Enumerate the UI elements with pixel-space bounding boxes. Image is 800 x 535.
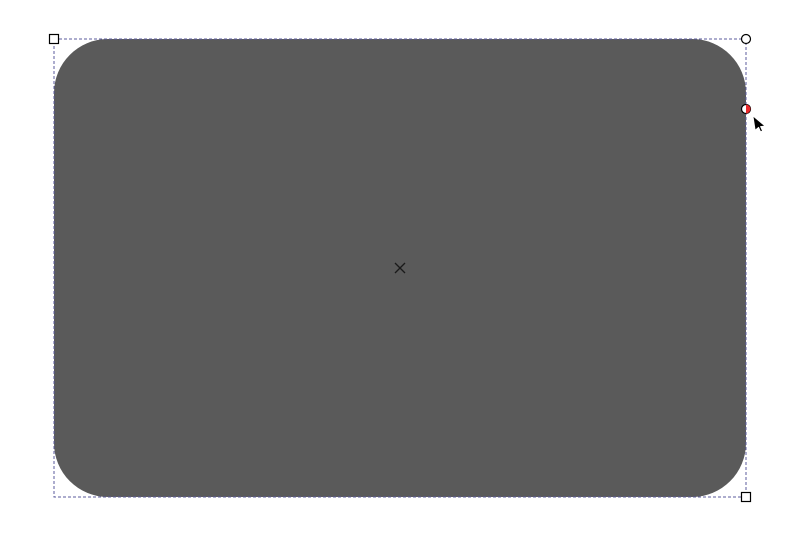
canvas-svg[interactable] <box>0 0 800 535</box>
bottom-right-square-handle[interactable] <box>740 491 752 503</box>
top-right-circle-handle[interactable] <box>740 33 752 45</box>
drawing-canvas[interactable] <box>0 0 800 535</box>
mouse-pointer-icon <box>752 115 766 133</box>
corner-radius-handle[interactable] <box>740 103 752 115</box>
top-left-square-handle[interactable] <box>48 33 60 45</box>
